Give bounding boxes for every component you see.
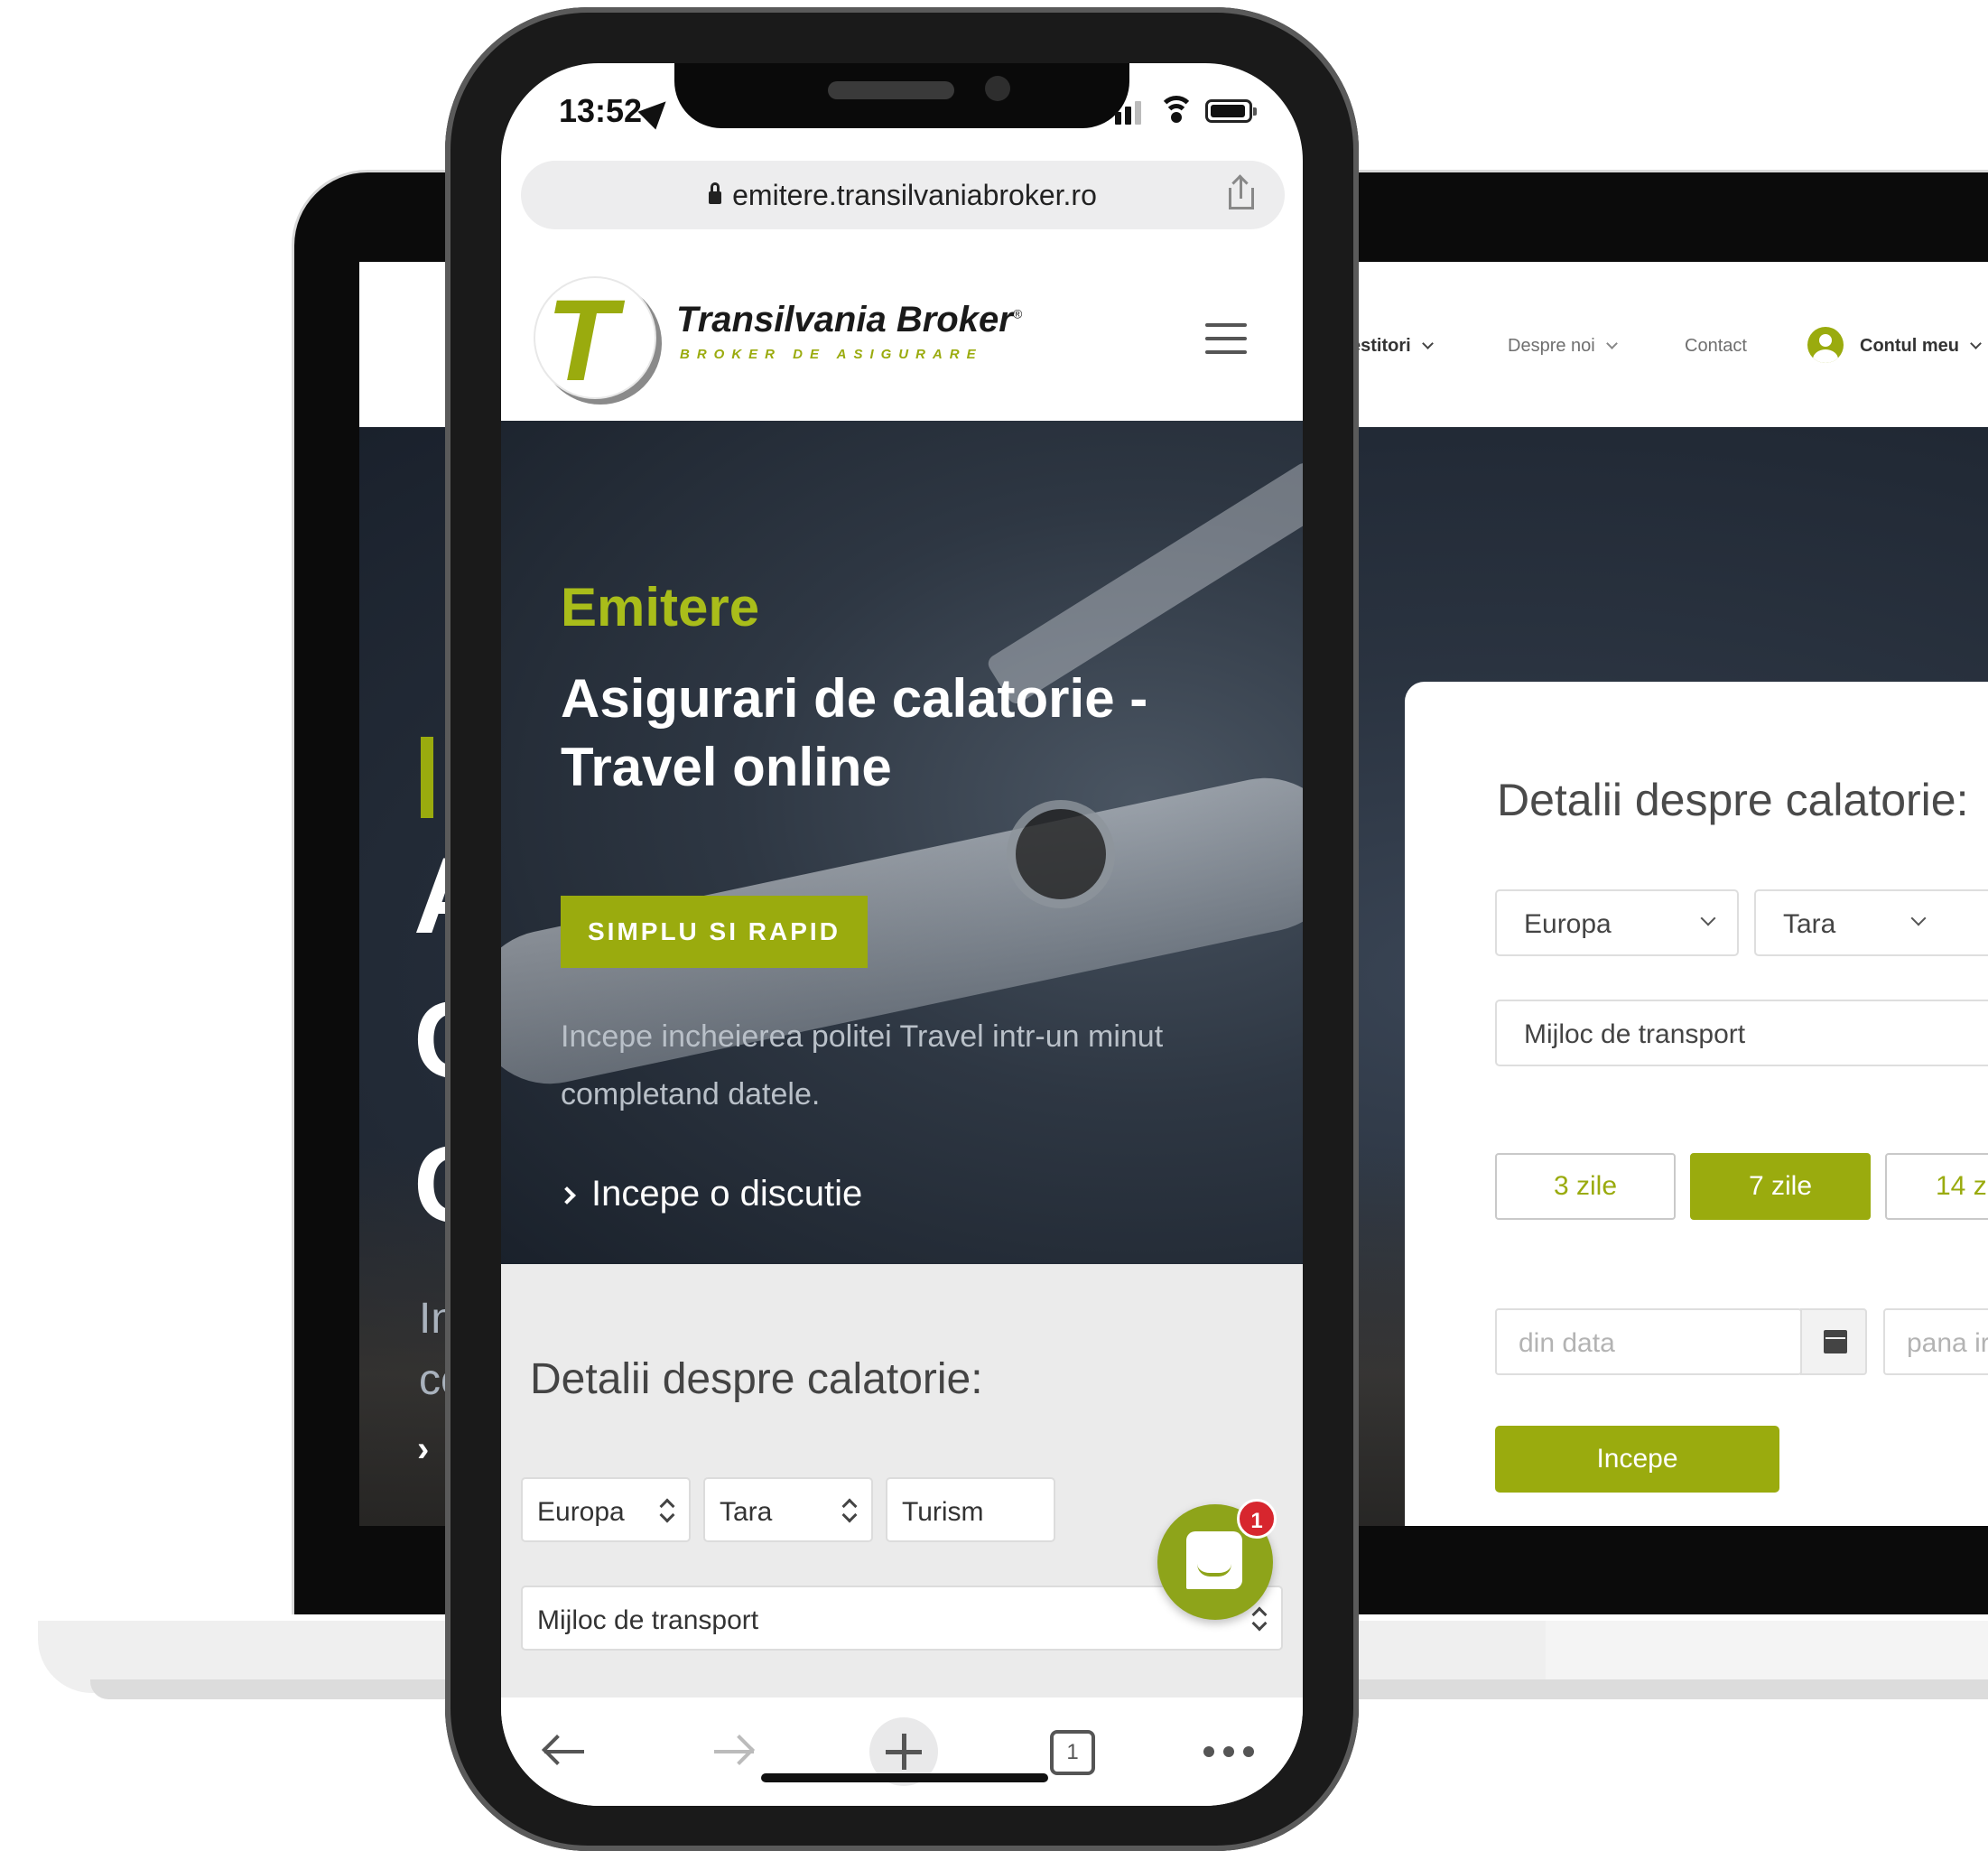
calendar-icon (1824, 1330, 1847, 1353)
country-select-value: Tara (720, 1497, 773, 1527)
lock-icon (709, 182, 722, 204)
region-select-value: Europa (1524, 909, 1612, 939)
country-select[interactable]: Tara (703, 1477, 873, 1542)
status-time: 13:52 (559, 92, 643, 129)
hamburger-menu-icon[interactable] (1205, 323, 1247, 354)
chevron-down-icon (1970, 338, 1982, 349)
camera (985, 76, 1010, 101)
duration-3-days-button[interactable]: 3 zile (1495, 1153, 1676, 1220)
brand-name-text: Transilvania Broker (676, 300, 1013, 340)
transport-select-value: Mijloc de transport (1524, 1019, 1746, 1049)
transport-select[interactable]: Mijloc de transport (1495, 1000, 1988, 1066)
location-arrow-icon (637, 92, 675, 130)
to-date-input[interactable]: pana ir (1883, 1308, 1988, 1375)
region-select-value: Europa (537, 1497, 625, 1527)
updown-icon (660, 1499, 674, 1524)
home-indicator (761, 1773, 1048, 1782)
start-button[interactable]: Incepe (1495, 1426, 1779, 1493)
hero-title: Asigurari de calatorie - Travel online (561, 668, 1148, 797)
card-title: Detalii despre calatorie: (1497, 775, 1969, 825)
browser-toolbar: 1 (501, 1698, 1303, 1806)
chat-icon (1186, 1531, 1242, 1589)
chevron-down-icon (1910, 910, 1927, 926)
chevron-down-icon (1700, 910, 1716, 926)
battery-icon (1205, 99, 1257, 123)
transport-select-value: Mijloc de transport (537, 1605, 759, 1635)
registered-mark: ® (1012, 306, 1023, 321)
nav-account[interactable]: Contul meu (1860, 336, 1982, 357)
brand-logo[interactable]: T (534, 276, 656, 405)
trip-details-card: Detalii despre calatorie: Europa Tara Mi… (1405, 682, 1988, 1526)
brand-tagline: BROKER DE ASIGURARE (680, 347, 983, 362)
airplane-image (1007, 800, 1115, 908)
start-chat-link[interactable]: Incepe o discutie (558, 1174, 863, 1214)
laptop-base (1546, 1621, 1988, 1684)
form-title: Detalii despre calatorie: (530, 1355, 983, 1403)
nav-investors[interactable]: estitori (1351, 336, 1434, 357)
nav-account-label: Contul meu (1860, 336, 1959, 356)
chevron-down-icon (1421, 338, 1434, 349)
wifi-icon (1158, 94, 1194, 126)
phone-notch (674, 63, 1129, 128)
country-select-value: Tara (1783, 909, 1836, 939)
share-icon[interactable] (1229, 177, 1254, 209)
chevron-down-icon (1605, 338, 1618, 349)
hero-accent-title: Emitere (561, 577, 760, 637)
region-select[interactable]: Europa (521, 1477, 691, 1542)
logo-initial: T (546, 276, 618, 405)
chevron-right-icon: › (417, 1429, 430, 1469)
notification-badge: 1 (1237, 1499, 1277, 1539)
tabs-button[interactable]: 1 (1050, 1730, 1095, 1775)
site-header: T Transilvania Broker® BROKER DE ASIGURA… (501, 249, 1303, 421)
chevron-right-icon (558, 1186, 576, 1205)
forward-arrow-icon[interactable] (711, 1735, 756, 1768)
nav-about[interactable]: Despre noi (1508, 336, 1618, 357)
nav-about-label: Despre noi (1508, 336, 1595, 356)
purpose-select[interactable]: Turism (886, 1477, 1055, 1542)
url-display: emitere.transilvaniabroker.ro (521, 179, 1285, 212)
updown-icon (1252, 1607, 1267, 1632)
calendar-button[interactable] (1800, 1308, 1867, 1375)
duration-14-days-button[interactable]: 14 zi (1885, 1153, 1988, 1220)
hero-accent-bar (421, 737, 433, 818)
url-text: emitere.transilvaniabroker.ro (732, 179, 1097, 211)
phone-screen: 13:52 emitere.transilvaniabroker.ro T Tr… (501, 63, 1303, 1806)
duration-7-days-button[interactable]: 7 zile (1690, 1153, 1871, 1220)
nav-investors-label: estitori (1351, 336, 1411, 356)
purpose-select-value: Turism (902, 1497, 984, 1527)
region-select[interactable]: Europa (1495, 889, 1739, 956)
speaker (828, 81, 954, 99)
start-chat-label: Incepe o discutie (591, 1174, 863, 1214)
phone-hero: Emitere Asigurari de calatorie - Travel … (501, 421, 1303, 1264)
trip-details-form: Detalii despre calatorie: Europa Tara Tu… (501, 1264, 1303, 1698)
simple-fast-badge: SIMPLU SI RAPID (561, 896, 868, 968)
nav-contact[interactable]: Contact (1685, 336, 1747, 357)
country-select[interactable]: Tara (1754, 889, 1988, 956)
hero-description: Incepe incheierea politei Travel intr-un… (561, 1019, 1164, 1112)
back-arrow-icon[interactable] (541, 1735, 586, 1768)
updown-icon (842, 1499, 857, 1524)
brand-name: Transilvania Broker® (676, 300, 1022, 340)
account-icon[interactable] (1807, 327, 1844, 363)
from-date-input[interactable]: din data (1495, 1308, 1802, 1375)
address-bar[interactable]: emitere.transilvaniabroker.ro (521, 161, 1285, 229)
